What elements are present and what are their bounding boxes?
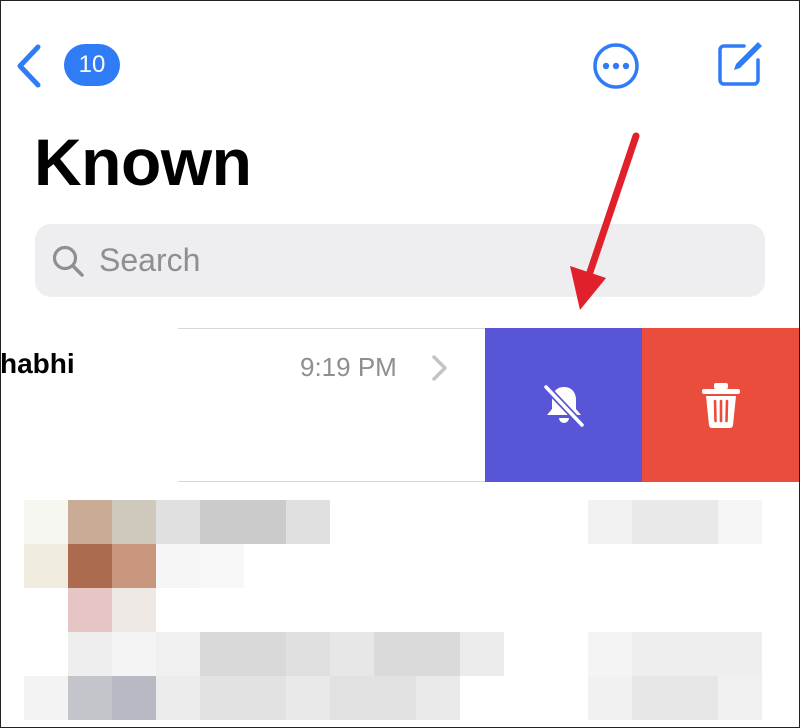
pixel-cell bbox=[330, 676, 416, 720]
pixel-cell bbox=[718, 500, 762, 544]
pixel-cell bbox=[112, 632, 156, 676]
pixel-cell bbox=[286, 676, 330, 720]
pixel-cell bbox=[156, 500, 200, 544]
unread-count-badge[interactable]: 10 bbox=[64, 44, 120, 86]
contact-name: habhi bbox=[0, 348, 75, 379]
compose-button[interactable] bbox=[714, 38, 766, 90]
ellipsis-circle-icon bbox=[593, 43, 639, 89]
pixel-cell bbox=[68, 544, 112, 588]
hide-alerts-button[interactable] bbox=[485, 328, 642, 482]
page-title: Known bbox=[34, 125, 252, 199]
pixel-cell bbox=[460, 632, 504, 676]
pixel-cell bbox=[68, 632, 112, 676]
back-button[interactable] bbox=[14, 40, 54, 92]
pixel-cell bbox=[632, 676, 718, 720]
pixel-cell bbox=[112, 544, 156, 588]
pixel-cell bbox=[200, 544, 244, 588]
pixel-cell bbox=[330, 632, 374, 676]
pixel-cell bbox=[68, 588, 112, 632]
chevron-left-icon bbox=[17, 44, 41, 88]
pixel-cell bbox=[24, 500, 68, 544]
row-divider-top bbox=[178, 328, 485, 329]
pixel-cell bbox=[588, 632, 632, 676]
pixel-cell bbox=[156, 544, 200, 588]
search-icon bbox=[52, 245, 84, 277]
pixel-cell bbox=[588, 676, 632, 720]
pixel-cell bbox=[286, 632, 330, 676]
pixel-cell bbox=[286, 500, 330, 544]
pixel-cell bbox=[156, 676, 200, 720]
trash-icon bbox=[702, 383, 740, 428]
pixel-cell bbox=[200, 500, 286, 544]
annotation-arrow bbox=[570, 132, 640, 310]
chevron-right-icon bbox=[432, 355, 447, 381]
compose-icon bbox=[718, 42, 762, 86]
pixel-cell bbox=[200, 676, 286, 720]
pixel-cell bbox=[112, 500, 156, 544]
pixel-cell bbox=[718, 676, 762, 720]
pixel-cell bbox=[416, 676, 460, 720]
pixelated-conversations bbox=[0, 500, 800, 728]
pixel-cell bbox=[374, 632, 460, 676]
pixel-cell bbox=[68, 500, 112, 544]
pixel-cell bbox=[588, 500, 632, 544]
delete-button[interactable] bbox=[642, 328, 800, 482]
pixel-cell bbox=[156, 632, 200, 676]
pixel-cell bbox=[24, 676, 68, 720]
pixel-cell bbox=[24, 544, 68, 588]
pixel-cell bbox=[200, 632, 286, 676]
bell-slash-icon bbox=[542, 383, 585, 429]
pixel-cell bbox=[112, 588, 156, 632]
pixel-cell bbox=[632, 500, 718, 544]
more-options-button[interactable] bbox=[592, 42, 640, 90]
pixel-cell bbox=[68, 676, 112, 720]
search-bar[interactable] bbox=[35, 224, 765, 297]
message-time: 9:19 PM bbox=[300, 352, 397, 382]
pixel-cell bbox=[112, 676, 156, 720]
pixel-cell bbox=[632, 632, 762, 676]
row-divider-bottom bbox=[178, 481, 485, 482]
